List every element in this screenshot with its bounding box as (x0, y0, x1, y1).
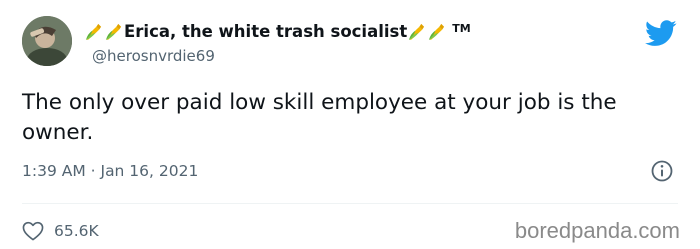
info-icon[interactable] (650, 159, 674, 183)
display-name: Erica, the white trash socialist (124, 21, 408, 41)
avatar[interactable] (22, 16, 72, 66)
tweet-text: The only over paid low skill employee at… (22, 90, 617, 145)
heart-icon (22, 221, 44, 241)
divider (22, 203, 678, 204)
tweet-header: Erica, the white trash socialist TM @her… (84, 18, 471, 68)
corn-icon (104, 22, 123, 41)
tweet-card: Erica, the white trash socialist TM @her… (0, 0, 700, 249)
display-name-row[interactable]: Erica, the white trash socialist TM (84, 18, 471, 44)
like-count: 65.6K (54, 222, 99, 240)
corn-icon (427, 22, 446, 41)
like-button[interactable]: 65.6K (22, 221, 99, 241)
tweet-timestamp[interactable]: 1:39 AM · Jan 16, 2021 (22, 162, 198, 180)
corn-icon (407, 22, 426, 41)
corn-icon (84, 22, 103, 41)
twitter-bird-icon[interactable] (645, 20, 677, 48)
watermark: boredpanda.com (514, 218, 680, 243)
user-handle[interactable]: @herosnvrdie69 (92, 47, 471, 65)
trademark-label: TM (452, 21, 471, 35)
